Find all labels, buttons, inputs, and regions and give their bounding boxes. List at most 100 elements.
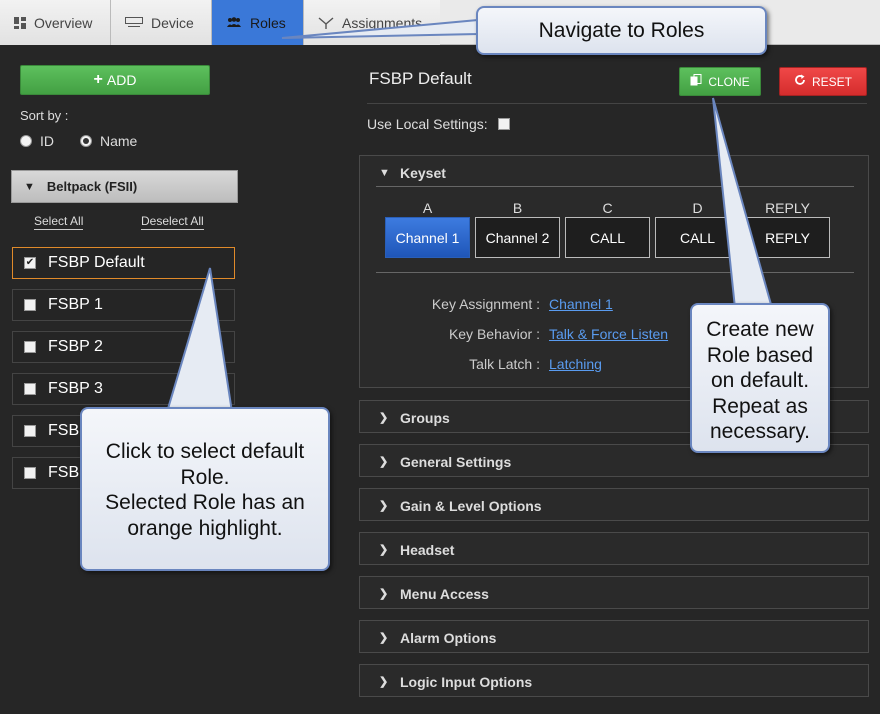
talk-latch-label: Talk Latch : xyxy=(469,356,540,372)
tab-device[interactable]: Device xyxy=(111,0,212,45)
tab-roles-label: Roles xyxy=(250,14,286,31)
sort-id-radio[interactable] xyxy=(20,135,32,147)
select-role-callout: Click to select default Role. Selected R… xyxy=(80,407,330,571)
role-checkbox[interactable] xyxy=(24,425,36,437)
keyset-header[interactable]: ▼ Keyset xyxy=(360,156,868,189)
role-item-fsbp-3[interactable]: FSBP 3 xyxy=(12,373,235,405)
key-behavior-link[interactable]: Talk & Force Listen xyxy=(549,326,668,342)
role-item-fsbp-1[interactable]: FSBP 1 xyxy=(12,289,235,321)
clone-button[interactable]: CLONE xyxy=(679,67,761,96)
reset-button[interactable]: RESET xyxy=(779,67,867,96)
key-letter-c: C xyxy=(602,200,613,216)
header-divider xyxy=(367,103,867,104)
create-role-callout: Create new Role based on default. Repeat… xyxy=(690,303,830,453)
key-button-c[interactable]: CALL xyxy=(565,217,650,258)
tab-device-label: Device xyxy=(151,14,194,31)
assign-icon xyxy=(318,16,334,29)
group-header-beltpack[interactable]: ▼ Beltpack (FSII) xyxy=(11,170,238,203)
key-button-reply[interactable]: REPLY xyxy=(745,217,830,258)
key-letter-reply: REPLY xyxy=(765,200,810,216)
role-checkbox[interactable] xyxy=(24,383,36,395)
create-callout-line: Repeat as xyxy=(712,394,808,418)
chevron-right-icon: ❯ xyxy=(379,632,389,644)
tab-roles[interactable]: Roles xyxy=(212,0,304,45)
section-headset-header[interactable]: ❯ Headset xyxy=(360,533,868,566)
add-button[interactable]: + ADD xyxy=(20,65,210,95)
section-alarm-header[interactable]: ❯ Alarm Options xyxy=(360,621,868,654)
section-gain-header[interactable]: ❯ Gain & Level Options xyxy=(360,489,868,522)
select-callout-line: orange highlight. xyxy=(127,516,283,540)
role-item-fsbp-2[interactable]: FSBP 2 xyxy=(12,331,235,363)
select-all-link[interactable]: Select All xyxy=(34,214,84,230)
key-assignment-link[interactable]: Channel 1 xyxy=(549,296,613,312)
section-gain-title: Gain & Level Options xyxy=(400,497,542,514)
section-logic-header[interactable]: ❯ Logic Input Options xyxy=(360,665,868,698)
navigate-callout-text: Navigate to Roles xyxy=(538,18,705,42)
section-general-title: General Settings xyxy=(400,453,512,470)
device-icon xyxy=(125,17,143,28)
clone-button-label: CLONE xyxy=(708,74,750,89)
group-header-label: Beltpack (FSII) xyxy=(46,179,138,194)
role-title: FSBP Default xyxy=(369,69,472,88)
select-callout-line: Click to select default xyxy=(105,440,305,463)
create-callout-line: on default. xyxy=(710,369,810,392)
sort-by-label: Sort by : xyxy=(20,108,69,123)
navigate-callout: Navigate to Roles xyxy=(476,6,767,55)
role-checkbox[interactable] xyxy=(24,299,36,311)
role-label: FSBP Default xyxy=(48,254,145,271)
chevron-right-icon: ❯ xyxy=(379,500,389,512)
tab-assignments[interactable]: Assignments xyxy=(304,0,440,45)
key-letter-b: B xyxy=(512,200,523,216)
sort-id-label: ID xyxy=(40,133,54,149)
chevron-right-icon: ❯ xyxy=(379,588,389,600)
copy-icon xyxy=(690,74,702,89)
key-letter-a: A xyxy=(422,200,433,216)
keyset-title: Keyset xyxy=(400,164,446,181)
section-alarm-options[interactable]: ❯ Alarm Options xyxy=(359,620,869,653)
tab-assignments-label: Assignments xyxy=(342,14,423,31)
section-logic-input[interactable]: ❯ Logic Input Options xyxy=(359,664,869,697)
talk-latch-link[interactable]: Latching xyxy=(549,356,602,372)
role-label: FSBP 1 xyxy=(48,296,103,313)
select-callout-line: Selected Role has an xyxy=(105,491,305,514)
role-checkbox[interactable] xyxy=(24,467,36,479)
keyset-divider xyxy=(376,186,854,187)
create-callout-line: Role based xyxy=(706,343,814,367)
sort-name-radio[interactable] xyxy=(80,135,92,147)
section-menu-access[interactable]: ❯ Menu Access xyxy=(359,576,869,609)
role-checkbox[interactable]: ✔ xyxy=(24,257,36,269)
tab-overview[interactable]: Overview xyxy=(0,0,111,45)
key-button-d[interactable]: CALL xyxy=(655,217,740,258)
sort-options: ID Name xyxy=(20,133,163,149)
chevron-down-icon: ▼ xyxy=(24,180,35,193)
key-behavior-label: Key Behavior : xyxy=(448,326,540,342)
keyset-divider-2 xyxy=(376,272,854,273)
chevron-right-icon: ❯ xyxy=(379,412,389,424)
role-checkbox[interactable] xyxy=(24,341,36,353)
role-item-fsbp-default[interactable]: ✔ FSBP Default xyxy=(12,247,235,279)
key-letter-d: D xyxy=(692,200,703,216)
section-gain-level[interactable]: ❯ Gain & Level Options xyxy=(359,488,869,521)
key-button-a[interactable]: Channel 1 xyxy=(385,217,470,258)
key-button-b[interactable]: Channel 2 xyxy=(475,217,560,258)
role-label: FSBP 2 xyxy=(48,338,103,355)
deselect-all-link[interactable]: Deselect All xyxy=(141,214,204,230)
sort-name-label: Name xyxy=(100,133,138,149)
section-menu-header[interactable]: ❯ Menu Access xyxy=(360,577,868,610)
tab-overview-label: Overview xyxy=(34,14,93,31)
section-alarm-title: Alarm Options xyxy=(400,629,497,646)
section-headset[interactable]: ❯ Headset xyxy=(359,532,869,565)
chevron-right-icon: ❯ xyxy=(379,676,389,688)
plus-icon: + xyxy=(93,71,103,88)
chevron-right-icon: ❯ xyxy=(379,544,389,556)
role-label: FSBP 3 xyxy=(48,380,103,397)
create-callout-line: necessary. xyxy=(710,420,810,443)
key-assignment-label: Key Assignment : xyxy=(431,296,540,312)
use-local-settings-checkbox[interactable] xyxy=(497,118,510,130)
chevron-down-icon: ▼ xyxy=(379,166,390,179)
section-menu-title: Menu Access xyxy=(400,585,489,602)
section-logic-title: Logic Input Options xyxy=(400,673,533,690)
create-callout-line: Create new xyxy=(706,318,814,341)
chevron-right-icon: ❯ xyxy=(379,456,389,468)
refresh-icon xyxy=(794,74,806,89)
